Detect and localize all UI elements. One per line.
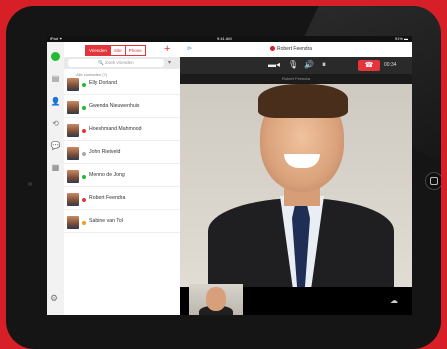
presence-indicator[interactable]	[51, 52, 60, 61]
cloud-icon[interactable]: ☁	[390, 296, 398, 305]
home-button[interactable]	[425, 172, 441, 190]
contact-name: Elly Dorland	[89, 80, 117, 86]
contact-row[interactable]: Gwenda Nieuwenhuis	[64, 99, 180, 118]
presence-dot	[82, 129, 86, 133]
call-title: Robert Feendra	[270, 46, 312, 52]
tab-phone[interactable]: Phone	[125, 45, 146, 56]
contact-row[interactable]: Sabine van Tol	[64, 214, 180, 233]
online-dot	[51, 52, 60, 61]
avatar	[67, 78, 79, 91]
presence-dot	[82, 221, 86, 225]
contact-name: Menno de Jong	[89, 172, 125, 178]
contacts-panel: Vrienden Site Phone + 🔍 Zoek vrienden ▾ …	[64, 42, 181, 315]
add-contact-icon[interactable]: +	[164, 43, 170, 55]
avatar	[67, 193, 79, 206]
contact-name: Sabine van Tol	[89, 218, 123, 224]
nav-rail: ▤ 👤 ⟲ 💬 ▦	[47, 42, 65, 315]
self-view-video[interactable]	[189, 284, 243, 315]
call-timer: 00:34	[384, 62, 397, 68]
tab-vrienden[interactable]: Vrienden	[85, 45, 111, 56]
avatar	[67, 216, 79, 229]
chat-icon[interactable]: 💬	[51, 141, 61, 150]
filter-icon[interactable]: ▾	[168, 59, 171, 66]
avatar	[67, 124, 79, 137]
contact-row[interactable]: Robert Feendra	[64, 191, 180, 210]
hangup-button[interactable]: ☎	[358, 60, 380, 71]
search-bar: 🔍 Zoek vrienden ▾	[64, 57, 180, 69]
presence-dot	[82, 106, 86, 110]
call-controls: ▬◂ 🎙 🔊 ⏸ ☎ 00:34	[180, 57, 412, 74]
call-title-text: Robert Feendra	[277, 46, 313, 52]
volume-icon[interactable]: 🔊	[304, 60, 314, 69]
avatar	[67, 147, 79, 160]
video-off-icon[interactable]: ▬◂	[268, 60, 280, 69]
contact-row[interactable]: John Rietveld	[64, 145, 180, 164]
history-icon[interactable]: ⟲	[51, 119, 60, 128]
contacts-icon[interactable]: 👤	[51, 97, 61, 106]
contact-name: John Rietveld	[89, 149, 121, 155]
remote-video	[180, 84, 412, 287]
contact-row[interactable]: Elly Dorland	[64, 76, 180, 95]
contact-name: Robert Feendra	[89, 195, 126, 201]
busy-dot	[270, 46, 275, 52]
tab-site[interactable]: Site	[110, 45, 126, 56]
app-screen: iPad ✦ 9:41 AM 91% ▬ ▤ 👤 ⟲ 💬 ▦ ⚙ Vriende…	[47, 36, 412, 315]
front-camera	[28, 182, 32, 186]
dialpad-icon[interactable]: ▦	[51, 163, 60, 172]
video-hair	[258, 84, 348, 118]
settings-icon[interactable]: ⚙	[50, 293, 58, 304]
call-bottom-bar: ☁	[180, 284, 412, 315]
pause-icon[interactable]: ⏸	[322, 60, 326, 70]
search-input[interactable]: 🔍 Zoek vrienden	[68, 59, 164, 67]
contacts-book-icon[interactable]: ▤	[51, 74, 60, 83]
contact-name: Gwenda Nieuwenhuis	[89, 103, 140, 109]
call-view: ⊳ Robert Feendra ▬◂ 🎙 🔊 ⏸ ☎ 00:34 Robert…	[180, 42, 412, 315]
presence-dot	[82, 198, 86, 202]
presence-dot	[82, 83, 86, 87]
self-view-face	[206, 287, 226, 311]
search-placeholder: Zoek vrienden	[105, 60, 134, 65]
contact-row[interactable]: Hoeshmand Mahmood	[64, 122, 180, 141]
mic-icon[interactable]: 🎙	[288, 60, 298, 69]
presence-dot	[82, 152, 86, 156]
call-header: ⊳ Robert Feendra	[180, 42, 412, 58]
presence-dot	[82, 175, 86, 179]
contact-row[interactable]: Menno de Jong	[64, 168, 180, 187]
avatar	[67, 101, 79, 114]
hangup-icon: ☎	[364, 62, 374, 69]
back-icon[interactable]: ⊳	[187, 45, 192, 52]
segmented-control: Vrienden Site Phone	[85, 45, 146, 56]
contact-name: Hoeshmand Mahmood	[89, 126, 142, 132]
avatar	[67, 170, 79, 183]
caller-subtitle: Robert Feendra	[180, 74, 412, 84]
